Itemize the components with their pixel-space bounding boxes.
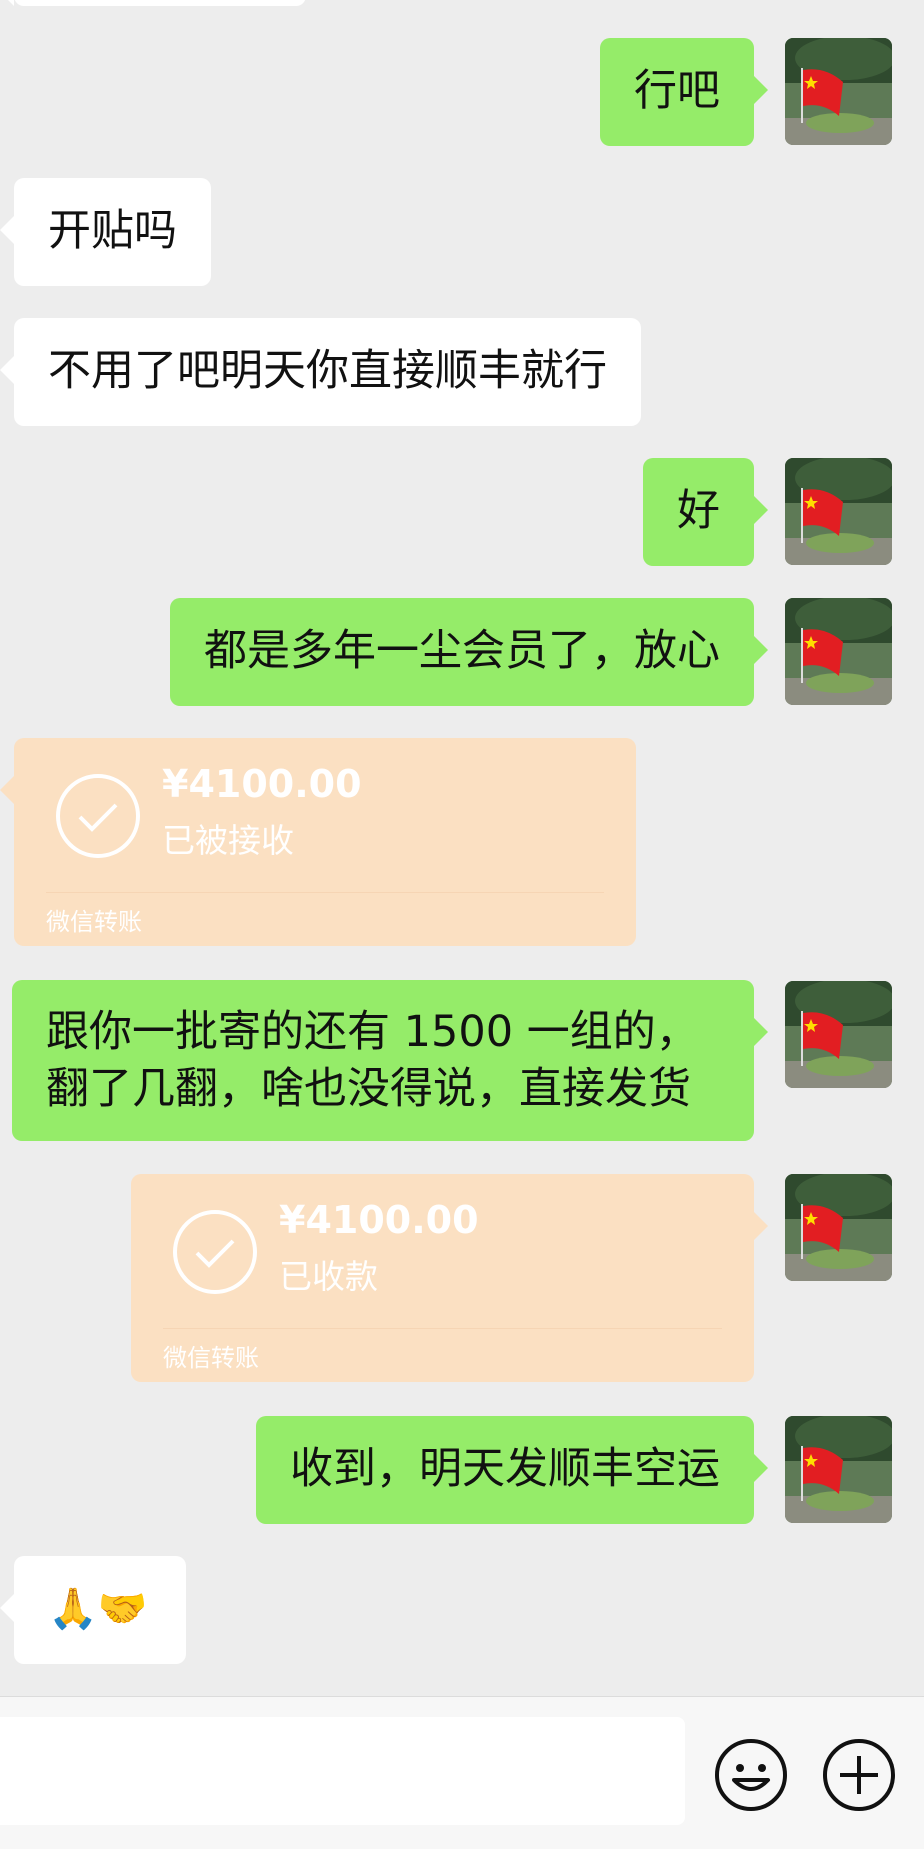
check-circle-icon [56,774,140,858]
divider [163,1328,722,1329]
transfer-card-collected[interactable]: ¥4100.00 已收款 微信转账 [131,1174,768,1382]
avatar-flag-image [785,1416,892,1523]
avatar-flag-image [785,458,892,565]
chat-input-bar [0,1696,924,1849]
message-text: 开贴吗 [48,206,177,256]
transfer-label: 微信转账 [46,908,142,936]
avatar-flag-image [785,598,892,705]
avatar[interactable] [785,598,892,705]
message-text: 好 [677,486,720,536]
avatar-flag-image [785,981,892,1088]
avatar-flag-image [785,38,892,145]
transfer-card-received[interactable]: ¥4100.00 已被接收 微信转账 [0,738,636,946]
avatar[interactable] [785,1174,892,1281]
message-input[interactable] [0,1717,685,1825]
transfer-label: 微信转账 [163,1344,259,1372]
message-bubble-incoming[interactable]: 不用了吧明天你直接顺丰就行 [0,318,641,426]
message-text-line: 跟你一批寄的还有 1500 一组的， [46,1007,699,1057]
emoji-message: 🙏🤝 [48,1586,148,1632]
transfer-status: 已被接收 [162,821,294,860]
message-bubble-outgoing[interactable]: 收到，明天发顺丰空运 [256,1416,768,1524]
message-text: 行吧 [634,66,720,116]
transfer-status: 已收款 [279,1257,378,1296]
message-bubble-partial [0,0,306,6]
message-text-line: 翻了几翻，啥也没得说，直接发货 [46,1064,691,1114]
transfer-amount: ¥4100.00 [279,1198,479,1242]
emoji-face-icon[interactable] [714,1738,788,1812]
avatar[interactable] [785,458,892,565]
message-text: 不用了吧明天你直接顺丰就行 [48,346,607,396]
message-text: 收到，明天发顺丰空运 [290,1444,720,1494]
avatar[interactable] [785,981,892,1088]
avatar[interactable] [785,1416,892,1523]
message-bubble-incoming[interactable]: 🙏🤝 [0,1556,186,1664]
check-circle-icon [173,1210,257,1294]
message-text: 都是多年一尘会员了，放心 [204,626,720,676]
transfer-amount: ¥4100.00 [162,762,362,806]
message-bubble-outgoing[interactable]: 跟你一批寄的还有 1500 一组的， 翻了几翻，啥也没得说，直接发货 [12,980,768,1141]
message-bubble-incoming[interactable]: 开贴吗 [0,178,211,286]
message-bubble-outgoing[interactable]: 都是多年一尘会员了，放心 [170,598,768,706]
avatar-flag-image [785,1174,892,1281]
plus-circle-icon[interactable] [822,1738,896,1812]
message-bubble-outgoing[interactable]: 好 [643,458,768,566]
message-bubble-outgoing[interactable]: 行吧 [600,38,768,146]
divider [46,892,604,893]
avatar[interactable] [785,38,892,145]
